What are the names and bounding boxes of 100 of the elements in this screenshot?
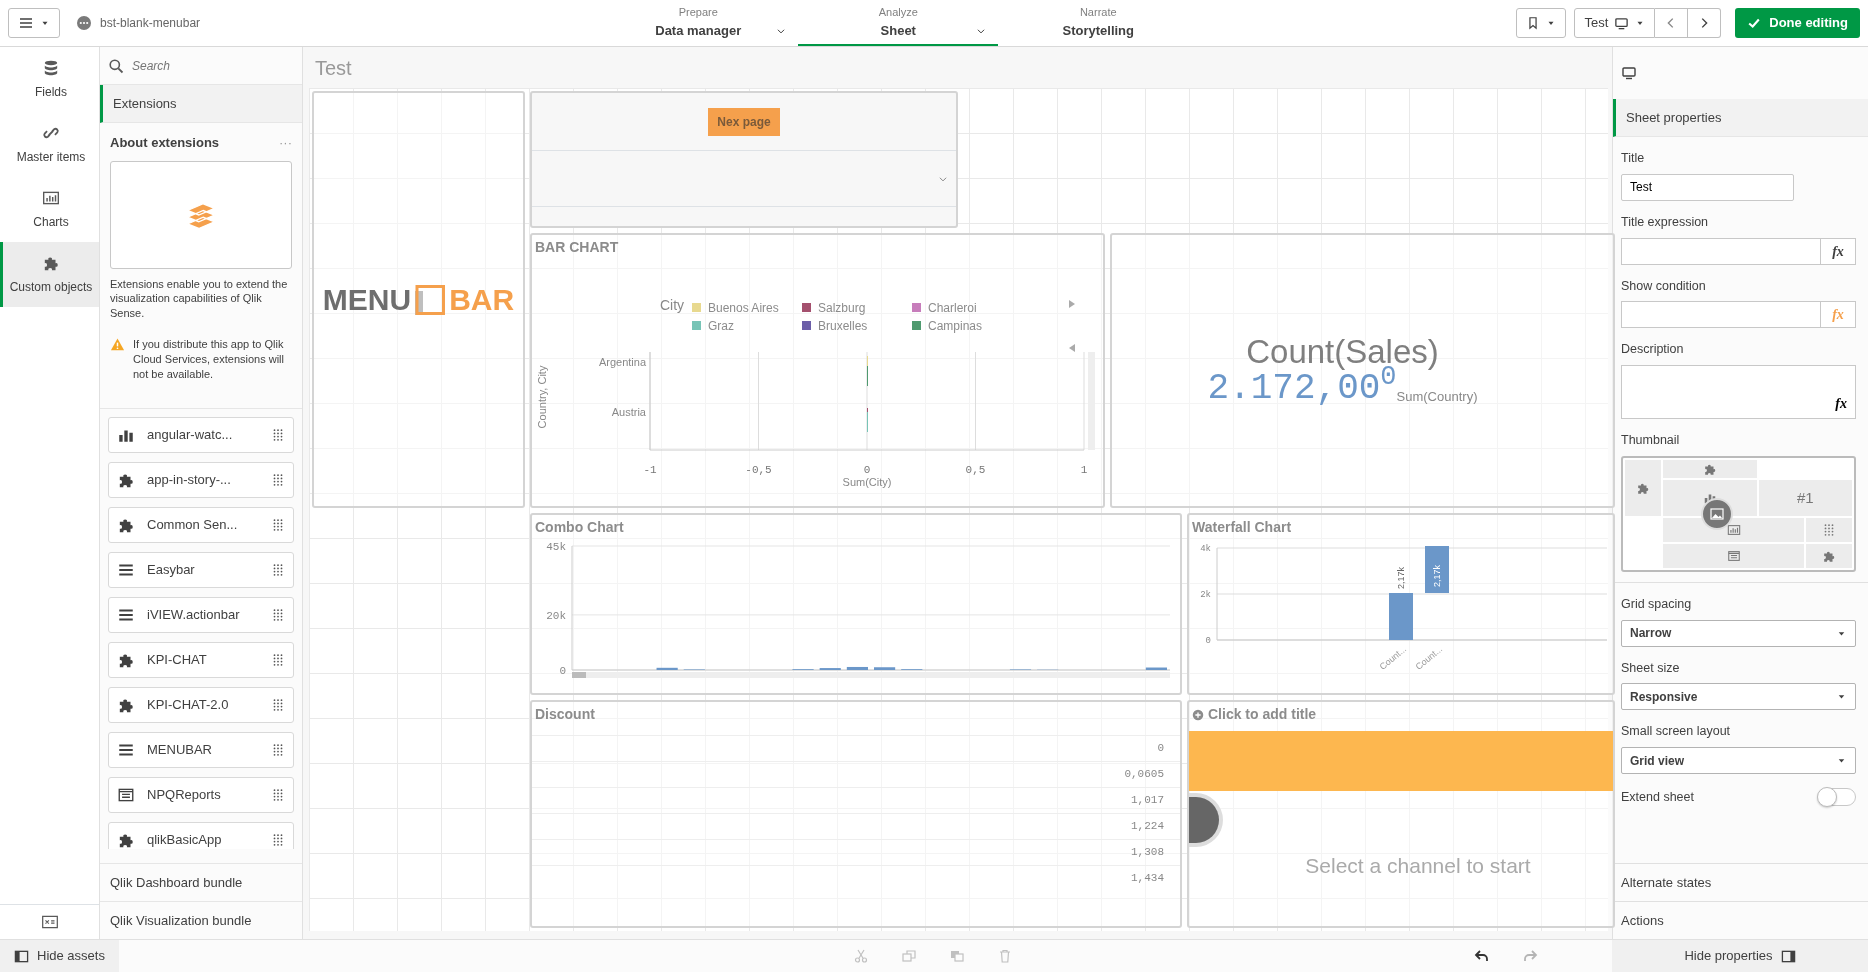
chart-title: Combo Chart (534, 518, 625, 537)
menubar-logo-panel[interactable]: MENU BAR (312, 91, 525, 508)
expression-input[interactable] (1621, 301, 1820, 329)
list-value: 1,017 (1131, 793, 1164, 809)
variables-icon (40, 913, 59, 931)
toggle-switch[interactable] (1818, 788, 1856, 807)
text-input[interactable]: Test (1621, 173, 1794, 201)
field-label: Grid spacing (1621, 595, 1693, 613)
select-dropdown[interactable]: Responsive (1621, 683, 1856, 711)
duplicate-icon (900, 948, 917, 964)
axis-tick-label: 4k (1200, 544, 1211, 554)
section-header[interactable]: Extensions (100, 85, 302, 123)
properties-header[interactable]: Sheet properties (1613, 99, 1868, 137)
next-sheet-button[interactable] (1688, 8, 1722, 38)
field-label: Small screen layout (1621, 723, 1732, 741)
plus-icon (1192, 708, 1204, 721)
expression-button[interactable]: fx (1835, 393, 1847, 414)
rail-tab[interactable]: Fields (0, 47, 99, 112)
field-label: Extend sheet (1621, 789, 1694, 806)
channel-message: Select a channel to start (1304, 853, 1532, 880)
bar (656, 667, 678, 670)
monitor-icon (1614, 15, 1630, 31)
bookmark-button[interactable] (1516, 8, 1567, 38)
extension-item[interactable]: Common Sen... (108, 506, 294, 543)
image-icon (1710, 507, 1724, 520)
axis-tick-label: 0 (1205, 636, 1211, 646)
expression-input[interactable] (1621, 237, 1820, 265)
hide-assets-button[interactable]: Hide assets (0, 940, 119, 972)
copy-icon (948, 948, 965, 964)
sheet-switcher[interactable]: Test (1574, 8, 1656, 38)
chart-title: Waterfall Chart (1191, 518, 1293, 537)
bar (874, 667, 896, 670)
extension-item[interactable]: angular-watc... (108, 416, 294, 453)
mode-tab[interactable]: Prepare Data manager (598, 0, 799, 46)
hide-properties-button[interactable]: Hide properties (1612, 940, 1868, 972)
object-title: Discount (534, 705, 596, 724)
filter-icon (1726, 548, 1741, 563)
legend-label: Salzburg (818, 301, 866, 315)
axis-tick-label: 2k (1200, 590, 1211, 600)
logo-text: MENU (322, 282, 412, 318)
database-icon (42, 58, 60, 77)
warning-icon (110, 337, 125, 353)
drag-handle-icon (271, 562, 285, 577)
axis-tick-label: -1 (643, 464, 657, 476)
select-dropdown[interactable]: Grid view (1621, 747, 1856, 774)
drag-handle-icon (271, 517, 285, 532)
logo-text: BAR (449, 282, 515, 318)
field-label: Sheet size (1621, 659, 1681, 677)
app-icon (76, 15, 92, 31)
sheet-title: Test (314, 55, 353, 81)
search-field[interactable]: Search (130, 55, 280, 76)
extensions-description: Extensions enable you to extend the visualization capabilities of Qlik Sense. (110, 276, 289, 322)
list-value: 1,224 (1131, 819, 1164, 835)
field-label: Title (1621, 150, 1646, 167)
check-icon (1747, 16, 1762, 30)
extension-item[interactable]: MENUBAR (108, 731, 294, 768)
axis-tick-label: 1 (1080, 464, 1088, 476)
discount-object[interactable]: Discount 0 0,0605 1,017 1,224 1,308 1,434 (530, 700, 1182, 928)
bar-chart[interactable]: BAR CHART City Buenos Aires Salzburg Charleroi Graz Bruxelles Campinas -1 -0,5 0 0,5 1 Argentina Austria Country, City Sum(City) (530, 233, 1105, 508)
menu-button[interactable] (8, 8, 60, 38)
extension-item[interactable]: KPI-CHAT-2.0 (108, 686, 294, 723)
extension-item[interactable]: NPQReports (108, 776, 294, 813)
scissors-icon (852, 948, 869, 964)
extension-item[interactable]: qlikBasicApp (108, 821, 294, 849)
kpi-object[interactable]: Count(Sales) 2.172,00$^{0}$ Sum(Country) (1110, 233, 1615, 508)
field-label: Thumbnail (1621, 432, 1681, 449)
bar (846, 666, 868, 670)
expression-button[interactable]: fx (1820, 237, 1856, 265)
rail-tab[interactable]: Charts (0, 177, 99, 242)
axis-tick-label: 0 (863, 464, 871, 476)
bar (1389, 593, 1413, 640)
rail-tab[interactable]: Custom objects (0, 242, 99, 307)
field-label: Description (1621, 341, 1685, 359)
description-input[interactable]: fx (1621, 365, 1856, 419)
about-title: About extensions (110, 134, 220, 152)
axis-tick-label: 0,5 (965, 464, 986, 476)
search-icon (108, 57, 124, 74)
extension-item[interactable]: Easybar (108, 551, 294, 588)
legend-label: Campinas (928, 319, 983, 333)
extension-item[interactable]: KPI-CHAT (108, 641, 294, 678)
drag-handle-icon (271, 832, 285, 847)
extension-item[interactable]: app-in-story-... (108, 461, 294, 498)
chart-title: BAR CHART (534, 238, 620, 257)
field-label: Show condition (1621, 277, 1707, 295)
select-dropdown[interactable]: Narrow (1621, 619, 1856, 647)
mode-tab[interactable]: Narrate Storytelling (998, 0, 1199, 46)
panel-icon (1780, 948, 1796, 964)
rail-tab[interactable]: Master items (0, 112, 99, 177)
thumbnail-drawing[interactable]: #1 (1621, 455, 1856, 572)
list-value: 0,0605 (1124, 767, 1164, 783)
warning-text: If you distribute this app to Qlik Cloud Services, extensions will not be available. (133, 337, 285, 382)
redo-icon (1522, 948, 1538, 964)
drag-handle-icon (271, 742, 285, 757)
previous-sheet-button[interactable] (1655, 8, 1689, 38)
legend-label: Buenos Aires (708, 301, 779, 315)
done-editing-button[interactable]: Done editing (1735, 8, 1860, 38)
drag-handle-icon (271, 652, 285, 667)
extension-item[interactable]: iVIEW.actionbar (108, 596, 294, 633)
combo-chart[interactable]: Combo Chart 45k 20k 0 (530, 513, 1182, 695)
drag-handle-icon (271, 787, 285, 802)
